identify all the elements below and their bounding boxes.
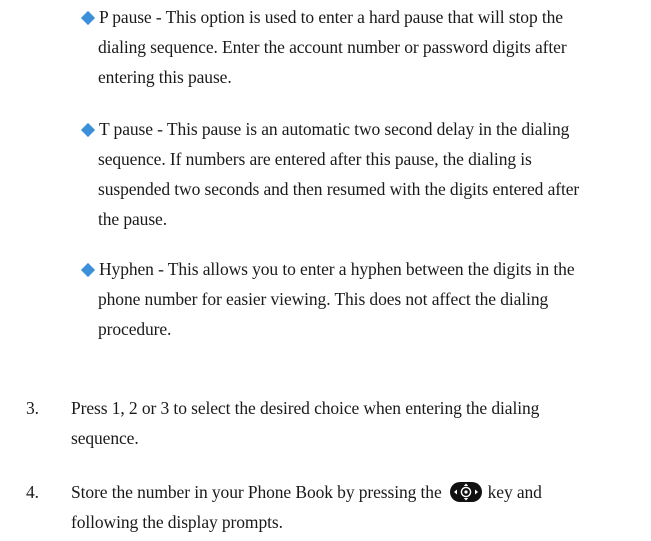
diamond-bullet-icon (80, 11, 96, 26)
bullet-text: P pause - This option is used to enter a… (99, 7, 563, 27)
step-text-before-icon: Store the number in your Phone Book by p… (71, 482, 442, 502)
navigation-key-icon (449, 482, 482, 502)
bullet-line: sequence. If numbers are entered after t… (98, 149, 532, 169)
bullet-line: Hyphen - This allows you to enter a hyph… (80, 254, 640, 284)
bullet-text: Hyphen - This allows you to enter a hyph… (99, 259, 575, 279)
bullet-line: the pause. (98, 209, 167, 229)
step-text-after-icon: key and (487, 482, 542, 502)
bullet-hyphen: Hyphen - This allows you to enter a hyph… (80, 254, 640, 344)
bullet-line: suspended two seconds and then resumed w… (98, 179, 580, 199)
step-number: 4. (26, 482, 39, 502)
step-line: Store the number in your Phone Book by p… (71, 477, 641, 507)
step-line: Press 1, 2 or 3 to select the desired ch… (71, 398, 540, 418)
step-line: following the display prompts. (71, 512, 283, 532)
diamond-bullet-icon (80, 123, 96, 138)
step-text: Store the number in your Phone Book by p… (71, 477, 641, 537)
bullet-p-pause: P pause - This option is used to enter a… (80, 2, 640, 92)
bullet-line: procedure. (98, 319, 172, 339)
bullet-line: T pause - This pause is an automatic two… (80, 114, 640, 144)
manual-page: P pause - This option is used to enter a… (0, 0, 651, 541)
bullet-t-pause: T pause - This pause is an automatic two… (80, 114, 640, 234)
step-line: sequence. (71, 428, 139, 448)
bullet-text: T pause - This pause is an automatic two… (99, 119, 570, 139)
bullet-line: dialing sequence. Enter the account numb… (98, 37, 567, 57)
step-number: 3. (26, 398, 39, 418)
bullet-line: entering this pause. (98, 67, 232, 87)
bullet-line: phone number for easier viewing. This do… (98, 289, 549, 309)
step-text: Press 1, 2 or 3 to select the desired ch… (71, 393, 641, 453)
diamond-bullet-icon (80, 263, 96, 278)
bullet-line: P pause - This option is used to enter a… (80, 2, 640, 32)
